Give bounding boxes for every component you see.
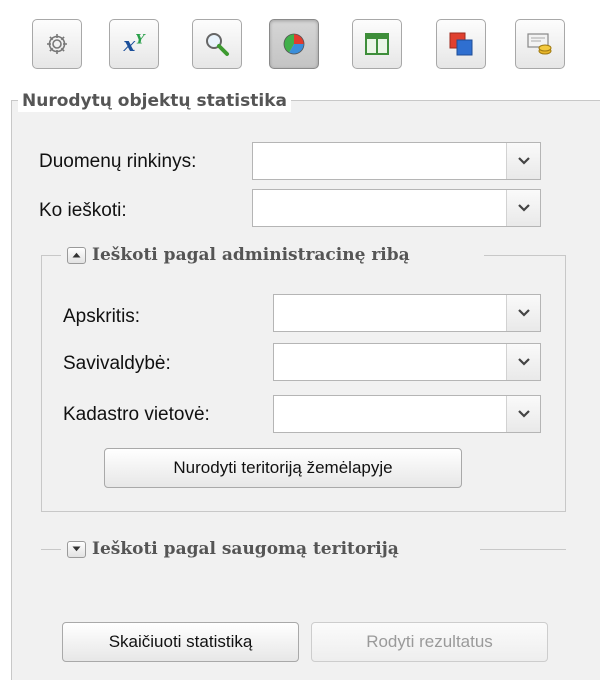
search-tool-button[interactable] [192,19,242,69]
municipality-label: Savivaldybė: [63,353,171,374]
coins-icon [527,33,552,55]
pie-chart-icon [283,33,305,55]
calculate-statistics-button[interactable]: Skaičiuoti statistiką [62,622,299,662]
gear-icon [47,34,67,54]
triangle-up-icon [72,252,81,258]
dataset-label: Duomenų rinkinys: [39,151,197,172]
municipality-combo[interactable] [273,343,541,381]
chevron-down-icon [517,157,530,165]
search-combo[interactable] [252,189,541,227]
dataset-dropdown-button[interactable] [506,143,540,179]
county-combo[interactable] [273,294,541,332]
xy-icon-y: Y [135,32,145,48]
panel-legend: Nurodytų objektų statistika [18,90,291,112]
settings-tool-button[interactable] [32,19,82,69]
admin-fieldset-top-right [484,255,566,256]
statistics-tool-button[interactable] [269,19,319,69]
layout-tool-button[interactable] [352,19,402,69]
protected-legend: Ieškoti pagal saugomą teritoriją [63,537,403,561]
show-results-button[interactable]: Rodyti rezultatus [311,622,548,662]
admin-collapse-toggle[interactable] [67,246,86,264]
magnifier-icon [206,33,229,56]
county-label: Apskritis: [63,306,141,327]
protected-line-left [41,549,61,550]
search-label: Ko ieškoti: [39,200,127,221]
admin-fieldset-top-left [41,255,61,256]
windows-tool-button[interactable] [436,19,486,69]
chevron-down-icon [517,309,530,317]
xy-icon-x: x [123,32,136,56]
protected-expand-toggle[interactable] [67,540,86,558]
overlapping-windows-icon [449,32,473,56]
toolbar: xY [0,0,601,88]
county-dropdown-button[interactable] [506,295,540,331]
protected-legend-text: Ieškoti pagal saugomą teritoriją [92,539,399,559]
admin-legend: Ieškoti pagal administracinę ribą [63,243,414,267]
cadastre-dropdown-button[interactable] [506,396,540,432]
table-layout-icon [365,33,389,55]
chevron-down-icon [517,358,530,366]
cadastre-label: Kadastro vietovė: [63,404,210,425]
admin-legend-text: Ieškoti pagal administracinę ribą [92,245,410,265]
chevron-down-icon [517,204,530,212]
triangle-down-icon [72,546,81,552]
xy-tool-button[interactable]: xY [109,19,159,69]
chevron-down-icon [517,410,530,418]
coins-tool-button[interactable] [515,19,565,69]
xy-icon: xY [123,32,144,56]
search-dropdown-button[interactable] [506,190,540,226]
dataset-combo[interactable] [252,142,541,180]
map-territory-button[interactable]: Nurodyti teritoriją žemėlapyje [104,448,462,488]
cadastre-combo[interactable] [273,395,541,433]
municipality-dropdown-button[interactable] [506,344,540,380]
protected-line-right [480,549,566,550]
